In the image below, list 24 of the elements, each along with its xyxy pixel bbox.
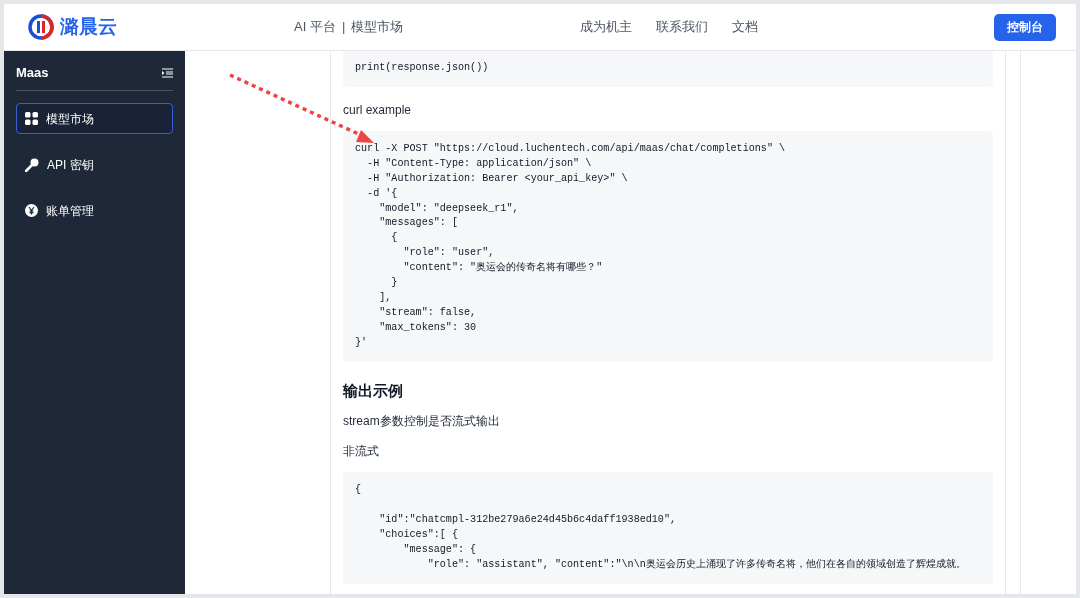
nav-link[interactable]: 联系我们 [656, 17, 708, 37]
paragraph: stream参数控制是否流式输出 [343, 413, 501, 431]
code-block: print(response.json()) [343, 51, 993, 87]
sidebar-item[interactable]: 模型市场 [16, 103, 173, 134]
breadcrumb-item[interactable]: AI 平台 [294, 17, 336, 37]
yen-icon [25, 204, 38, 217]
code-block: { "id":"chatcmpl-312be279a6e24d45b6c4daff1938ed10", "choices":[ { "message": { "role": "assistant", "content":"\n\n奥运会历史上涌现了许多传奇名将，他们在各自的领域创造了辉煌成就。 [343, 472, 993, 584]
sidebar-title: Maas [16, 63, 49, 82]
sidebar-item[interactable]: API 密钥 [16, 149, 173, 180]
grid-icon [25, 112, 38, 125]
sidebar-item[interactable]: 账单管理 [16, 195, 173, 226]
collapse-menu-icon[interactable] [162, 67, 173, 78]
paragraph: curl example [343, 101, 413, 119]
breadcrumb-separator: | [341, 18, 346, 37]
nav-link[interactable]: 文档 [732, 17, 758, 37]
key-icon [25, 157, 39, 172]
paragraph: 非流式 [343, 443, 380, 461]
code-block: curl -X POST "https://cloud.luchentech.com/api/maas/chat/completions" \ -H "Content-Type: application/json" \ -H "Authorization: Bearer <your_api_key>" \ -d '{ "model": "deepseek_r1", "messages": [ { "role": "user", "content": "奥运会的传奇名将有哪些？" } ], "stream": false, "max_tokens": 30 }' [343, 130, 993, 362]
breadcrumb-item[interactable]: 模型市场 [351, 17, 404, 37]
nav-link[interactable]: 成为机主 [580, 17, 632, 37]
console-button[interactable]: 控制台 [994, 13, 1056, 41]
logo-icon [28, 14, 54, 40]
section-heading: 输出示例 [343, 380, 404, 401]
brand-name: 潞晨云 [60, 14, 117, 39]
